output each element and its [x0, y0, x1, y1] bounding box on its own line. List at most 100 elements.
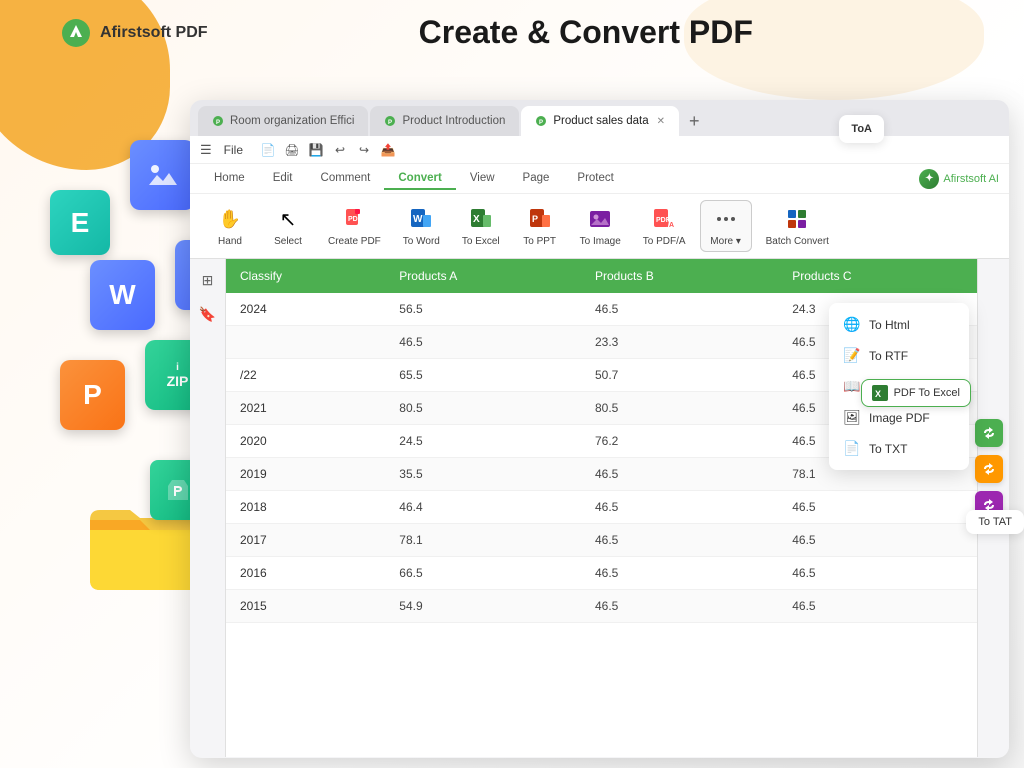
- cell-a: 35.5: [385, 458, 581, 491]
- svg-text:P: P: [532, 214, 538, 224]
- cell-year: 2018: [226, 491, 385, 524]
- convert-icon-orange: [981, 461, 997, 477]
- cell-a: 56.5: [385, 293, 581, 326]
- redo-icon[interactable]: ↪: [355, 141, 373, 159]
- svg-text:P: P: [388, 120, 392, 126]
- svg-text:X: X: [875, 389, 881, 399]
- share-icon[interactable]: 📤: [379, 141, 397, 159]
- create-pdf-btn[interactable]: PDF Create PDF: [320, 201, 389, 251]
- cell-year: 2024: [226, 293, 385, 326]
- save-icon[interactable]: 💾: [307, 141, 325, 159]
- cell-year: 2016: [226, 557, 385, 590]
- more-icon: [712, 205, 740, 233]
- logo-area: Afirstsoft PDF: [60, 17, 208, 49]
- hand-btn[interactable]: ✋ Hand: [204, 201, 256, 251]
- afirstsoft-ai-btn[interactable]: ✦ Afirstsoft AI: [919, 169, 999, 189]
- nav-tab-convert[interactable]: Convert: [384, 168, 455, 190]
- nav-tab-view[interactable]: View: [456, 168, 509, 190]
- dropdown-to-rtf[interactable]: 📝 To RTF: [829, 340, 969, 371]
- tab-pdf-icon: P: [212, 115, 224, 127]
- file-menu[interactable]: File: [224, 143, 243, 157]
- cell-year: 2015: [226, 590, 385, 623]
- hamburger-icon[interactable]: ☰: [200, 142, 212, 158]
- print-icon[interactable]: 🖨: [283, 141, 301, 159]
- dropdown-to-html[interactable]: 🌐 To Html: [829, 309, 969, 340]
- to-pdfa-btn[interactable]: PDF /A To PDF/A: [635, 201, 694, 251]
- create-pdf-label: Create PDF: [328, 236, 381, 247]
- select-icon: ↖: [274, 205, 302, 233]
- more-btn[interactable]: More ▾: [700, 200, 752, 252]
- p-file-icon: P: [60, 360, 125, 430]
- tab-bar: P Room organization Effici P Product Int…: [190, 100, 1009, 136]
- hand-label: Hand: [218, 236, 242, 247]
- to-txt-label: To TXT: [869, 442, 907, 456]
- w-file-icon: W: [90, 260, 155, 330]
- to-epub-icon: 📖: [843, 378, 861, 395]
- cell-b: 46.5: [581, 524, 778, 557]
- to-ppt-icon: P: [526, 205, 554, 233]
- cell-year: 2020: [226, 425, 385, 458]
- tab-add-btn[interactable]: +: [681, 108, 708, 134]
- select-label: Select: [274, 236, 302, 247]
- tab-room-org[interactable]: P Room organization Effici: [198, 106, 368, 136]
- to-image-btn[interactable]: To Image: [572, 201, 629, 251]
- svg-text:/A: /A: [667, 222, 674, 229]
- logo-icon: [60, 17, 92, 49]
- content-area: ⊞ 🔖 Classify Products A Products B Produ…: [190, 259, 1009, 757]
- tab-pdf-icon3: P: [535, 115, 547, 127]
- more-label: More ▾: [710, 236, 741, 247]
- svg-text:P: P: [539, 120, 543, 126]
- nav-tab-edit[interactable]: Edit: [259, 168, 307, 190]
- table-row: 2017 78.1 46.5 46.5: [226, 524, 977, 557]
- cell-b: 46.5: [581, 590, 778, 623]
- cell-b: 46.5: [581, 458, 778, 491]
- dropdown-to-txt[interactable]: 📄 To TXT: [829, 433, 969, 464]
- cell-year: /22: [226, 359, 385, 392]
- cell-b: 46.5: [581, 293, 778, 326]
- to-ppt-label: To PPT: [523, 236, 556, 247]
- select-btn[interactable]: ↖ Select: [262, 201, 314, 251]
- image-pdf-label: Image PDF: [869, 411, 930, 425]
- batch-convert-icon: [783, 205, 811, 233]
- tab-label-intro: Product Introduction: [402, 115, 505, 127]
- tab-product-intro[interactable]: P Product Introduction: [370, 106, 519, 136]
- sidebar-thumbnail-icon[interactable]: ⊞: [195, 267, 221, 293]
- to-word-label: To Word: [403, 236, 440, 247]
- nav-tab-page[interactable]: Page: [509, 168, 564, 190]
- toolbar-area: ☰ File 📄 🖨 💾 ↩ ↪ 📤 Home Edit Comment Con…: [190, 136, 1009, 259]
- new-file-icon[interactable]: 📄: [259, 141, 277, 159]
- cell-c: 46.5: [778, 524, 977, 557]
- to-excel-icon: X: [467, 205, 495, 233]
- sidebar-bookmark-icon[interactable]: 🔖: [195, 301, 221, 327]
- svg-text:P: P: [216, 120, 220, 126]
- create-pdf-icon: PDF: [340, 205, 368, 233]
- to-ppt-btn[interactable]: P To PPT: [514, 201, 566, 251]
- nav-tab-protect[interactable]: Protect: [563, 168, 627, 190]
- rfi-green-icon[interactable]: [975, 419, 1003, 447]
- cell-a: 78.1: [385, 524, 581, 557]
- to-word-icon: W: [407, 205, 435, 233]
- to-excel-btn[interactable]: X To Excel: [454, 201, 508, 251]
- menu-bar: ☰ File 📄 🖨 💾 ↩ ↪ 📤: [190, 136, 1009, 164]
- cell-a: 66.5: [385, 557, 581, 590]
- cell-c: 46.5: [778, 491, 977, 524]
- to-rtf-label: To RTF: [869, 349, 908, 363]
- tab-close-btn[interactable]: ✕: [657, 116, 665, 127]
- cell-b: 46.5: [581, 557, 778, 590]
- rfi-orange-icon[interactable]: [975, 455, 1003, 483]
- tab-pdf-icon2: P: [384, 115, 396, 127]
- to-word-btn[interactable]: W To Word: [395, 201, 448, 251]
- col-products-a: Products A: [385, 259, 581, 293]
- nav-tab-home[interactable]: Home: [200, 168, 259, 190]
- to-txt-icon: 📄: [843, 440, 861, 457]
- table-row: 2018 46.4 46.5 46.5: [226, 491, 977, 524]
- cell-year: 2019: [226, 458, 385, 491]
- right-floating-icons: [975, 419, 1003, 519]
- totat-badge: To TAT: [966, 510, 1024, 534]
- app-window: P Room organization Effici P Product Int…: [190, 100, 1009, 758]
- undo-icon[interactable]: ↩: [331, 141, 349, 159]
- nav-tab-comment[interactable]: Comment: [307, 168, 385, 190]
- batch-convert-btn[interactable]: Batch Convert: [758, 201, 837, 251]
- tab-sales-data[interactable]: P Product sales data ✕: [521, 106, 679, 136]
- cell-year: 2017: [226, 524, 385, 557]
